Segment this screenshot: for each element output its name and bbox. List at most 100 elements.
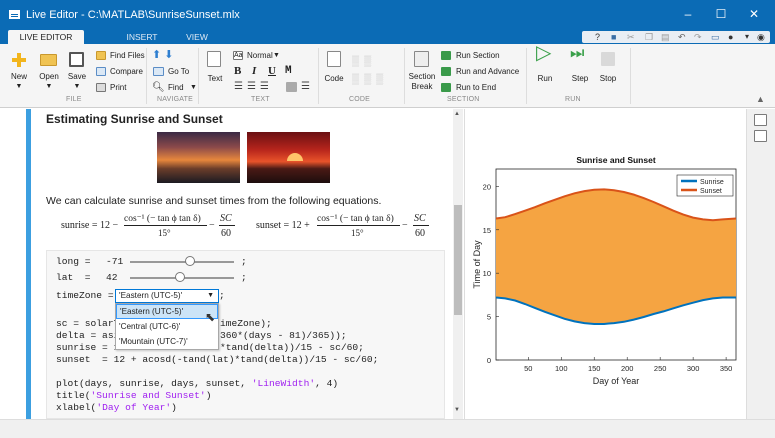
find-icon: 🔍︎ [152, 82, 165, 93]
output-right-icon[interactable] [754, 130, 767, 142]
find-files-button[interactable]: Find Files [110, 51, 145, 61]
lat-slider-thumb[interactable] [175, 272, 185, 282]
code-indent-icons: ▒▒▒ [352, 74, 389, 85]
timezone-option-central[interactable]: 'Central (UTC-6)' [116, 319, 218, 334]
underline-button[interactable]: U [268, 66, 276, 77]
redo-icon[interactable]: ↷ [694, 31, 702, 43]
tab-view[interactable]: VIEW [172, 30, 222, 44]
x-tick-label: 100 [555, 364, 568, 373]
layout-icon[interactable]: ▭ [711, 31, 720, 43]
close-button[interactable]: ✕ [745, 6, 763, 22]
long-slider-track[interactable] [130, 261, 234, 263]
save-dropdown-icon[interactable]: ▼ [63, 82, 91, 91]
x-tick-label: 250 [654, 364, 667, 373]
timezone-label: timeZone = [56, 290, 114, 301]
stop-button[interactable]: Stop [594, 74, 622, 83]
scroll-up-icon[interactable]: ▲ [454, 111, 460, 117]
new-dropdown-icon[interactable]: ▼ [5, 82, 33, 91]
code-line-sc-tail: imeZone); [220, 318, 272, 329]
open-dropdown-icon[interactable]: ▼ [35, 82, 63, 91]
code-line-sc: sc = solarT [56, 318, 120, 329]
scroll-down-icon[interactable]: ▼ [454, 407, 460, 413]
minimize-button[interactable]: – [679, 6, 697, 22]
maximize-button[interactable]: ☐ [712, 6, 730, 22]
bold-button[interactable]: B [234, 66, 241, 77]
open-folder-icon [40, 54, 57, 66]
timezone-dropdown[interactable]: 'Eastern (UTC-5)' ▼ [115, 289, 219, 303]
align-right-icon[interactable]: ☰ [301, 82, 310, 92]
save-icon[interactable]: ■ [611, 31, 616, 43]
status-bar [0, 419, 775, 438]
sunrise-equation-numerator: cos⁻¹ (− tan ϕ tan δ) [124, 214, 201, 224]
timezone-option-eastern[interactable]: 'Eastern (UTC-5)' [116, 304, 218, 319]
long-slider-thumb[interactable] [185, 256, 195, 266]
section-label-file: FILE [66, 96, 82, 103]
new-button[interactable]: New [5, 72, 33, 81]
align-icon[interactable] [286, 82, 297, 92]
section-label-code: CODE [349, 96, 371, 103]
step-button[interactable]: Step [566, 74, 594, 83]
monospace-button[interactable]: M [285, 66, 292, 77]
cut-icon[interactable]: ✂ [627, 31, 635, 43]
section-label-run: RUN [565, 96, 581, 103]
paste-icon[interactable]: ▤ [661, 31, 670, 43]
sunrise-sunset-chart[interactable]: 50 100 150 200 250 300 350 0 5 10 15 20 Sunrise and … [465, 109, 747, 419]
collapse-ribbon-icon[interactable]: ▲ [756, 94, 765, 104]
find-dropdown-icon[interactable]: ▼ [190, 83, 197, 93]
text-style-dropdown[interactable]: Normal [247, 51, 273, 61]
code-button[interactable]: Code [320, 74, 348, 83]
tab-insert[interactable]: INSERT [112, 30, 172, 44]
go-to-button[interactable]: Go To [168, 67, 189, 77]
text-button[interactable]: Text [201, 74, 229, 83]
run-to-end-button[interactable]: Run to End [456, 83, 496, 93]
italic-button[interactable]: I [252, 66, 256, 77]
code-plot-part1: plot(days, sunrise, days, sunset, [56, 378, 252, 389]
sixty-denominator: 60 [415, 228, 425, 239]
section-break-label-2[interactable]: Break [405, 82, 439, 91]
stop-icon [601, 52, 615, 66]
compare-icon [96, 67, 106, 76]
long-label: long = [56, 256, 91, 267]
timezone-option-mountain[interactable]: 'Mountain (UTC-7)' [116, 334, 218, 349]
compare-button[interactable]: Compare [110, 67, 143, 77]
figure-output-panel: 50 100 150 200 250 300 350 0 5 10 15 20 Sunrise and … [464, 109, 746, 419]
sunset-equation-denominator: 15° [351, 228, 364, 238]
sunset-photo-1 [157, 132, 240, 183]
chevron-down-icon[interactable]: ▼ [207, 290, 214, 302]
list-format-icons[interactable]: ☰☰☰ [234, 82, 273, 92]
code-xlabel-string: 'Day of Year' [96, 402, 172, 413]
y-axis-label: Time of Day [472, 240, 482, 289]
go-to-icon [153, 67, 164, 76]
section-label-navigate: NAVIGATE [157, 96, 193, 103]
scrollbar-thumb[interactable] [454, 205, 462, 315]
search-documentation-icon[interactable]: ◉ [757, 31, 765, 43]
undo-icon[interactable]: ↶ [678, 31, 686, 43]
x-tick-label: 350 [720, 364, 733, 373]
title-bar: Live Editor - C:\MATLAB\SunriseSunset.ml… [0, 0, 775, 30]
code-xlabel-part2: ) [171, 402, 177, 413]
tab-live-editor[interactable]: LIVE EDITOR [8, 30, 84, 44]
print-button[interactable]: Print [110, 83, 126, 93]
run-and-advance-button[interactable]: Run and Advance [456, 67, 519, 77]
x-axis-label: Day of Year [593, 376, 640, 386]
chevron-down-icon[interactable]: ▾ [745, 31, 749, 43]
copy-icon[interactable]: ❐ [645, 31, 653, 43]
chevron-down-icon[interactable]: ▼ [273, 51, 280, 61]
navigate-arrows-icon[interactable]: ⬆ ⬇ [152, 50, 174, 61]
help-icon[interactable]: ? [595, 31, 600, 43]
fraction-bar [413, 225, 429, 226]
run-section-button[interactable]: Run Section [456, 51, 500, 61]
run-button[interactable]: Run [531, 74, 559, 83]
code-line-plot: plot(days, sunrise, days, sunset, 'LineW… [56, 378, 338, 390]
editor-scrollbar[interactable]: ▲ ▼ [453, 109, 463, 419]
code-plot-part2: , 4) [315, 378, 339, 389]
find-button[interactable]: Find [168, 83, 184, 93]
section-break-label-1[interactable]: Section [405, 72, 439, 81]
save-button[interactable]: Save [63, 72, 91, 81]
divider [318, 48, 319, 104]
help-button-icon[interactable]: ● [728, 31, 733, 43]
output-inline-icon[interactable] [754, 114, 767, 126]
run-and-advance-icon [441, 67, 451, 76]
open-button[interactable]: Open [35, 72, 63, 81]
code-title-string: 'Sunrise and Sunset' [90, 390, 206, 401]
